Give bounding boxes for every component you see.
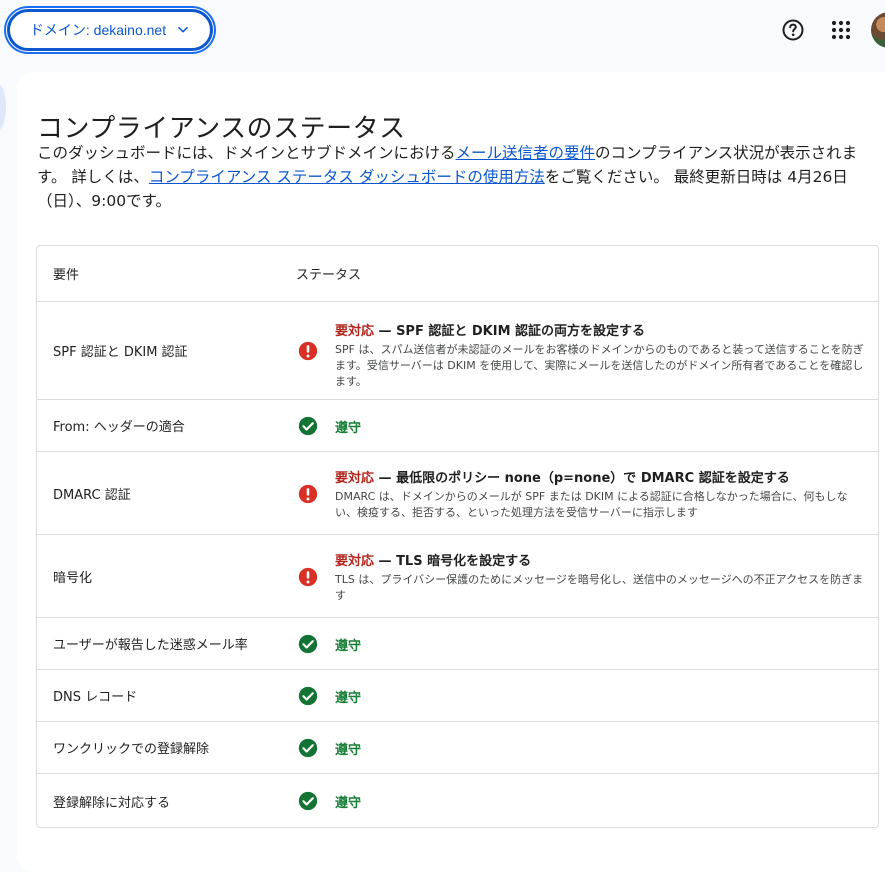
status-action-title: — SPF 認証と DKIM 認証の両方を設定する [374, 324, 646, 339]
column-header-status: ステータス [296, 268, 362, 283]
desc-text-1: このダッシュボードには、ドメインとサブドメインにおける [37, 144, 456, 162]
action-required-label: 要対応 [335, 471, 375, 486]
domain-selector-label: ドメイン: dekaino.net [29, 22, 167, 38]
status-description: SPF は、スパム送信者が未認証のメールをお客様のドメインからのものであると装っ… [335, 343, 864, 388]
requirement-label: 登録解除に対応する [53, 795, 171, 811]
page-description: このダッシュボードには、ドメインとサブドメインにおけるメール送信者の要件のコンプ… [37, 141, 877, 213]
status-title: 要対応 — SPF 認証と DKIM 認証の両方を設定する [335, 320, 865, 339]
action-required-label: 要対応 [335, 324, 375, 339]
requirement-label: ユーザーが報告した迷惑メール率 [53, 638, 248, 653]
status-action-title: — TLS 暗号化を設定する [374, 554, 532, 569]
table-row: 登録解除に対応する 遵守 [37, 774, 878, 827]
side-accent [0, 83, 6, 131]
sender-requirements-link[interactable]: メール送信者の要件 [456, 144, 596, 162]
error-icon [297, 340, 319, 362]
status-details: 要対応 — 最低限のポリシー none（p=none）で DMARC 認証を設定… [335, 467, 865, 521]
chevron-down-icon [178, 26, 188, 33]
status-description: DMARC は、ドメインからのメールが SPF または DKIM による認証に合… [335, 490, 848, 519]
table-row: ユーザーが報告した迷惑メール率 遵守 [37, 618, 878, 670]
compliant-label: 遵守 [335, 796, 362, 811]
table-header-row: 要件 ステータス [37, 246, 878, 302]
table-row: 暗号化 要対応 — TLS 暗号化を設定する TLS は、プライバシー保護のためにメ… [37, 535, 878, 618]
check-circle-icon [297, 415, 319, 437]
column-header-requirement: 要件 [53, 268, 80, 283]
compliant-label: 遵守 [335, 743, 362, 758]
check-circle-icon [297, 737, 319, 759]
domain-selector-button[interactable]: ドメイン: dekaino.net [7, 9, 213, 51]
requirement-label: DNS レコード [53, 690, 138, 705]
table-row: ワンクリックでの登録解除 遵守 [37, 722, 878, 774]
top-bar: ドメイン: dekaino.net [0, 0, 885, 64]
requirement-label: ワンクリックでの登録解除 [53, 742, 210, 757]
apps-grid-icon[interactable] [829, 18, 853, 42]
help-circle-icon[interactable] [781, 18, 805, 42]
check-circle-icon [297, 633, 319, 655]
error-icon [297, 483, 319, 505]
status-action-title: — 最低限のポリシー none（p=none）で DMARC 認証を設定する [374, 471, 790, 486]
requirement-label: SPF 認証と DKIM 認証 [53, 345, 188, 360]
compliance-table: 要件 ステータス SPF 認証と DKIM 認証 要対応 — SPF 認証と DK… [36, 245, 879, 828]
compliant-label: 遵守 [335, 421, 362, 436]
avatar[interactable] [871, 12, 885, 48]
status-title: 要対応 — TLS 暗号化を設定する [335, 550, 865, 569]
table-row: SPF 認証と DKIM 認証 要対応 — SPF 認証と DKIM 認証の両方を… [37, 302, 878, 400]
requirement-label: DMARC 認証 [53, 487, 131, 503]
compliant-label: 遵守 [335, 691, 362, 706]
error-icon [297, 566, 319, 588]
action-required-label: 要対応 [335, 554, 375, 569]
compliant-label: 遵守 [335, 639, 362, 654]
dashboard-usage-link[interactable]: コンプライアンス ステータス ダッシュボードの使用方法 [149, 168, 545, 186]
status-details: 要対応 — TLS 暗号化を設定する TLS は、プライバシー保護のためにメッセー… [335, 550, 865, 604]
requirement-label: 暗号化 [53, 570, 93, 586]
status-title: 要対応 — 最低限のポリシー none（p=none）で DMARC 認証を設定… [335, 467, 865, 486]
table-row: DNS レコード 遵守 [37, 670, 878, 722]
requirement-label: From: ヘッダーの適合 [53, 420, 185, 435]
table-row: From: ヘッダーの適合 遵守 [37, 400, 878, 452]
check-circle-icon [297, 790, 319, 812]
status-details: 要対応 — SPF 認証と DKIM 認証の両方を設定する SPF は、スパム送信… [335, 320, 865, 390]
status-description: TLS は、プライバシー保護のためにメッセージを暗号化し、送信中のメッセージへの… [335, 573, 864, 602]
table-row: DMARC 認証 要対応 — 最低限のポリシー none（p=none）で DMA… [37, 452, 878, 535]
page-title: コンプライアンスのステータス [37, 114, 406, 144]
check-circle-icon [297, 685, 319, 707]
